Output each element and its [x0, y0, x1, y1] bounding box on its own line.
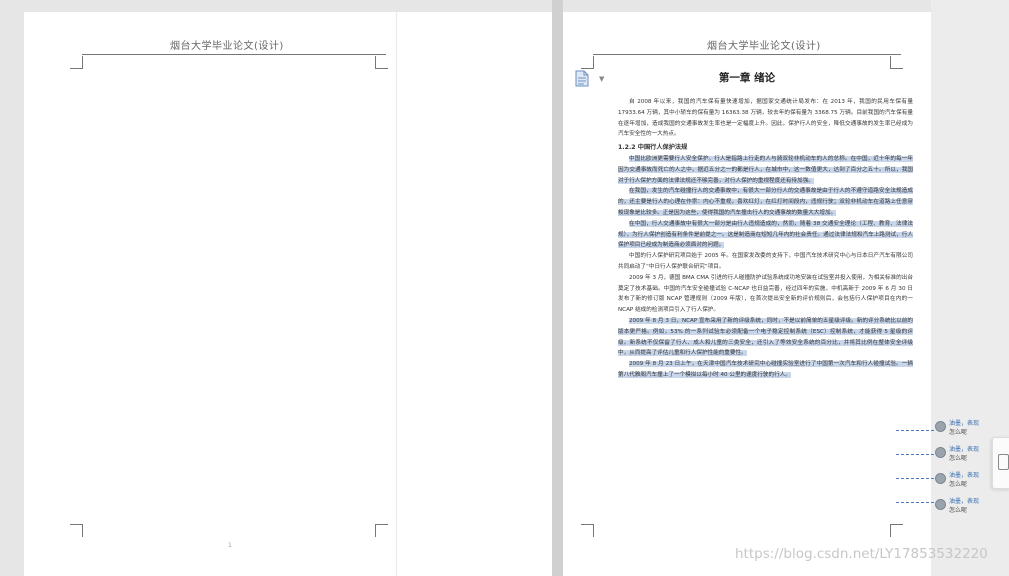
body-paragraph: 自 2008 年以来，我国的汽车保有量快速增加，据国家交通统计局发布：在 201… [618, 99, 913, 138]
selected-text: 中国比欧洲更需要行人安全保护。行人是指路上行走的人与骑双轮非机动车的人的总称。在… [618, 155, 913, 184]
comment-balloon[interactable]: 油墨，表现 怎么呢 [935, 470, 995, 496]
body-paragraph: 2009 年 8 月 3 日，NCAP 宣布采用了新的评级系统，同时，不是以前简… [618, 316, 913, 359]
comment-connector [896, 502, 934, 503]
crop-mark-bottom-right [890, 524, 903, 537]
section-heading: 1.2.2 中国行人保护法规 [618, 144, 688, 152]
comment-balloon[interactable]: 油墨，表现 怎么呢 [935, 444, 995, 470]
page-gap [552, 0, 563, 576]
avatar-icon [935, 421, 946, 432]
comment-text: 怎么呢 [949, 507, 968, 514]
document-page-left[interactable]: 烟台大学毕业论文(设计) 1 [24, 12, 552, 576]
document-body[interactable]: 自 2008 年以来，我国的汽车保有量快速增加，据国家交通统计局发布：在 201… [618, 97, 913, 381]
crop-mark-top-right [375, 56, 388, 69]
document-page-right[interactable]: 烟台大学毕业论文(设计) ▼ 第一章 绪论 自 2008 年以来，我国的汽车保有… [563, 12, 931, 576]
page-number: 1 [228, 542, 232, 549]
body-paragraph: 中国的行人保护研究项目始于 2005 年。在国家发改委的支持下，中国汽车技术研究… [618, 253, 913, 270]
comment-connector [896, 478, 934, 479]
selected-text: 2009 年 8 月 23 日上午，在天津中国汽车技术研究中心碰撞实验室进行了中… [618, 361, 913, 378]
body-paragraph: 2009 年 8 月 23 日上午，在天津中国汽车技术研究中心碰撞实验室进行了中… [618, 359, 913, 381]
body-paragraph: 2009 年 3 月，德国 BMA CMA 引进的行人碰撞防护试验系统成功地安装… [618, 274, 913, 314]
comment-author: 油墨，表现 [949, 420, 980, 427]
watermark: https://blog.csdn.net/LY17853532220 [735, 546, 988, 562]
comment-text: 怎么呢 [949, 455, 968, 462]
page-header-title: 烟台大学毕业论文(设计) [707, 41, 821, 52]
crop-mark-bottom-left [70, 524, 83, 537]
header-rule [593, 54, 901, 55]
selected-text: 2009 年 8 月 3 日，NCAP 宣布采用了新的评级系统，同时，不是以前简… [618, 317, 913, 357]
page-margin-guide [396, 12, 397, 576]
avatar-icon [935, 473, 946, 484]
comment-connector [896, 454, 934, 455]
comment-author: 油墨，表现 [949, 472, 980, 479]
comment-balloon[interactable]: 油墨，表现 怎么呢 [935, 418, 995, 444]
crop-mark-top-right [890, 56, 903, 69]
crop-mark-bottom-right [375, 524, 388, 537]
panel-toggle-icon [998, 454, 1009, 470]
selected-text: 在中国，行人交通事故中有很大一部分是由行人违规造成的，然而，随着 38 交通安全… [618, 220, 913, 249]
canvas-left-margin [0, 0, 24, 576]
comment-author: 油墨，表现 [949, 446, 980, 453]
chapter-title: 第一章 绪论 [718, 72, 776, 84]
comment-author: 油墨，表现 [949, 498, 980, 505]
panel-toggle-button[interactable] [992, 437, 1009, 489]
body-paragraph: 在中国，行人交通事故中有很大一部分是由行人违规造成的，然而，随着 38 交通安全… [618, 219, 913, 251]
crop-mark-top-left [581, 56, 594, 69]
comment-text: 怎么呢 [949, 481, 968, 488]
body-paragraph: 中国比欧洲更需要行人安全保护。行人是指路上行走的人与骑双轮非机动车的人的总称。在… [618, 154, 913, 186]
comment-text: 怎么呢 [949, 429, 968, 436]
crop-mark-bottom-left [581, 524, 594, 537]
crop-mark-top-left [70, 56, 83, 69]
page-header-title: 烟台大学毕业论文(设计) [170, 41, 284, 52]
header-rule [82, 54, 386, 55]
body-paragraph: 在我国，发生的汽车碰撞行人的交通事故中，有很大一部分行人的交通事故是由于行人的不… [618, 186, 913, 218]
comment-connector [896, 430, 934, 431]
avatar-icon [935, 447, 946, 458]
selected-text: 在我国，发生的汽车碰撞行人的交通事故中，有很大一部分行人的交通事故是由于行人的不… [618, 188, 913, 216]
avatar-icon [935, 499, 946, 510]
comment-balloon[interactable]: 油墨，表现 怎么呢 [935, 496, 995, 522]
